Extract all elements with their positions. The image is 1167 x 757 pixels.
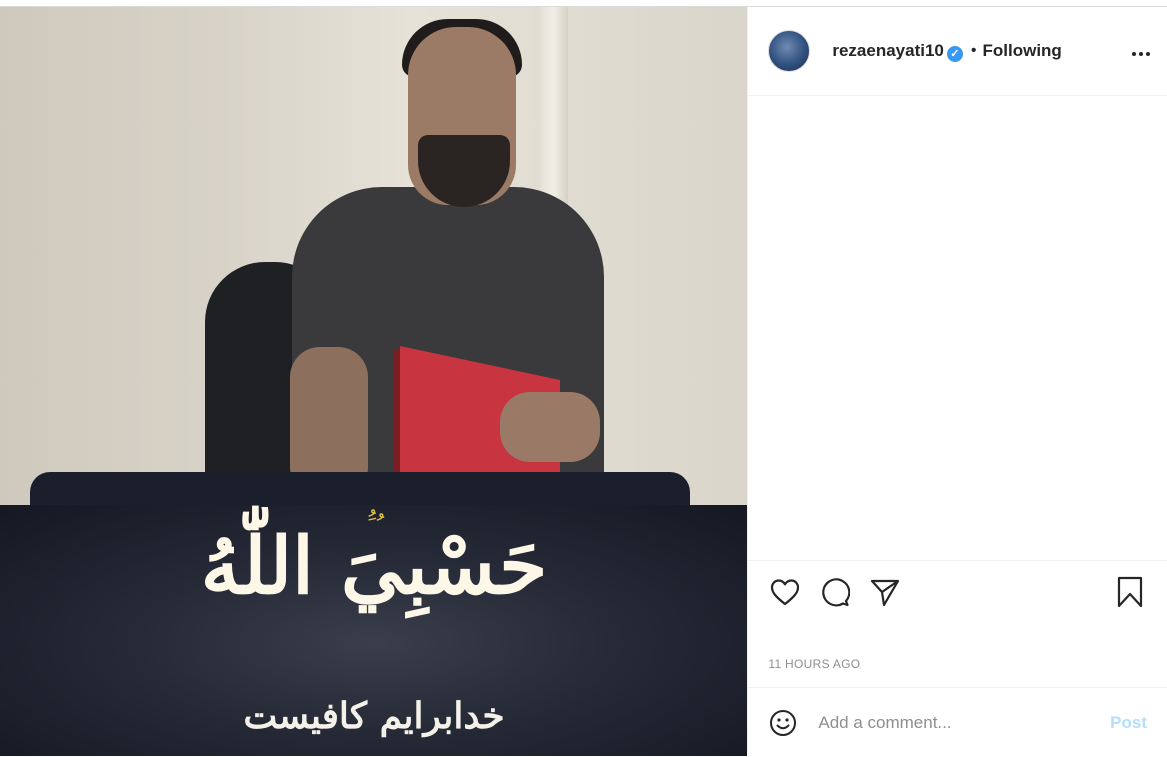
calligraphy-caption: خدابرایم کافیست xyxy=(243,695,505,737)
more-options-button[interactable] xyxy=(1131,40,1151,63)
post-sidebar: rezaenayati10 ✓ • Following 11 HOURS AGO… xyxy=(747,7,1167,756)
separator-dot: • xyxy=(970,42,977,59)
photo-man-with-book xyxy=(0,7,748,523)
heart-icon xyxy=(771,579,800,606)
username-link[interactable]: rezaenayati10 ✓ xyxy=(832,41,963,62)
username-text[interactable]: rezaenayati10 xyxy=(832,41,944,60)
post-dialog: ُ َ ُ حَسْبِيَ اللّٰهُ خدابرایم کافیست r… xyxy=(0,6,1167,756)
avatar[interactable] xyxy=(768,30,811,72)
bookmark-icon xyxy=(1117,576,1143,608)
like-button[interactable] xyxy=(768,575,802,609)
save-button[interactable] xyxy=(1113,575,1147,609)
hand xyxy=(500,392,600,462)
emoji-button[interactable] xyxy=(768,708,798,738)
post-comment-button[interactable]: Post xyxy=(1110,713,1147,733)
share-button[interactable] xyxy=(868,575,902,609)
following-button[interactable]: Following xyxy=(983,41,1062,61)
verified-badge-icon: ✓ xyxy=(946,45,963,62)
comment-form: Post xyxy=(748,687,1167,757)
action-bar xyxy=(748,560,1167,623)
comments-area xyxy=(748,96,1167,560)
calligraphy-text: حَسْبِيَ اللّٰهُ xyxy=(200,521,548,612)
comment-input[interactable] xyxy=(816,711,1111,734)
comment-button[interactable] xyxy=(818,575,852,609)
post-timestamp[interactable]: 11 HOURS AGO xyxy=(768,657,860,671)
post-image[interactable]: ُ َ ُ حَسْبِيَ اللّٰهُ خدابرایم کافیست xyxy=(0,7,748,756)
emoji-icon xyxy=(770,709,797,736)
send-icon xyxy=(871,579,900,607)
comment-icon xyxy=(822,578,851,607)
post-header: rezaenayati10 ✓ • Following xyxy=(748,7,1167,96)
more-icon xyxy=(1132,51,1150,56)
calligraphy-panel: ُ َ ُ حَسْبِيَ اللّٰهُ خدابرایم کافیست xyxy=(0,505,748,756)
